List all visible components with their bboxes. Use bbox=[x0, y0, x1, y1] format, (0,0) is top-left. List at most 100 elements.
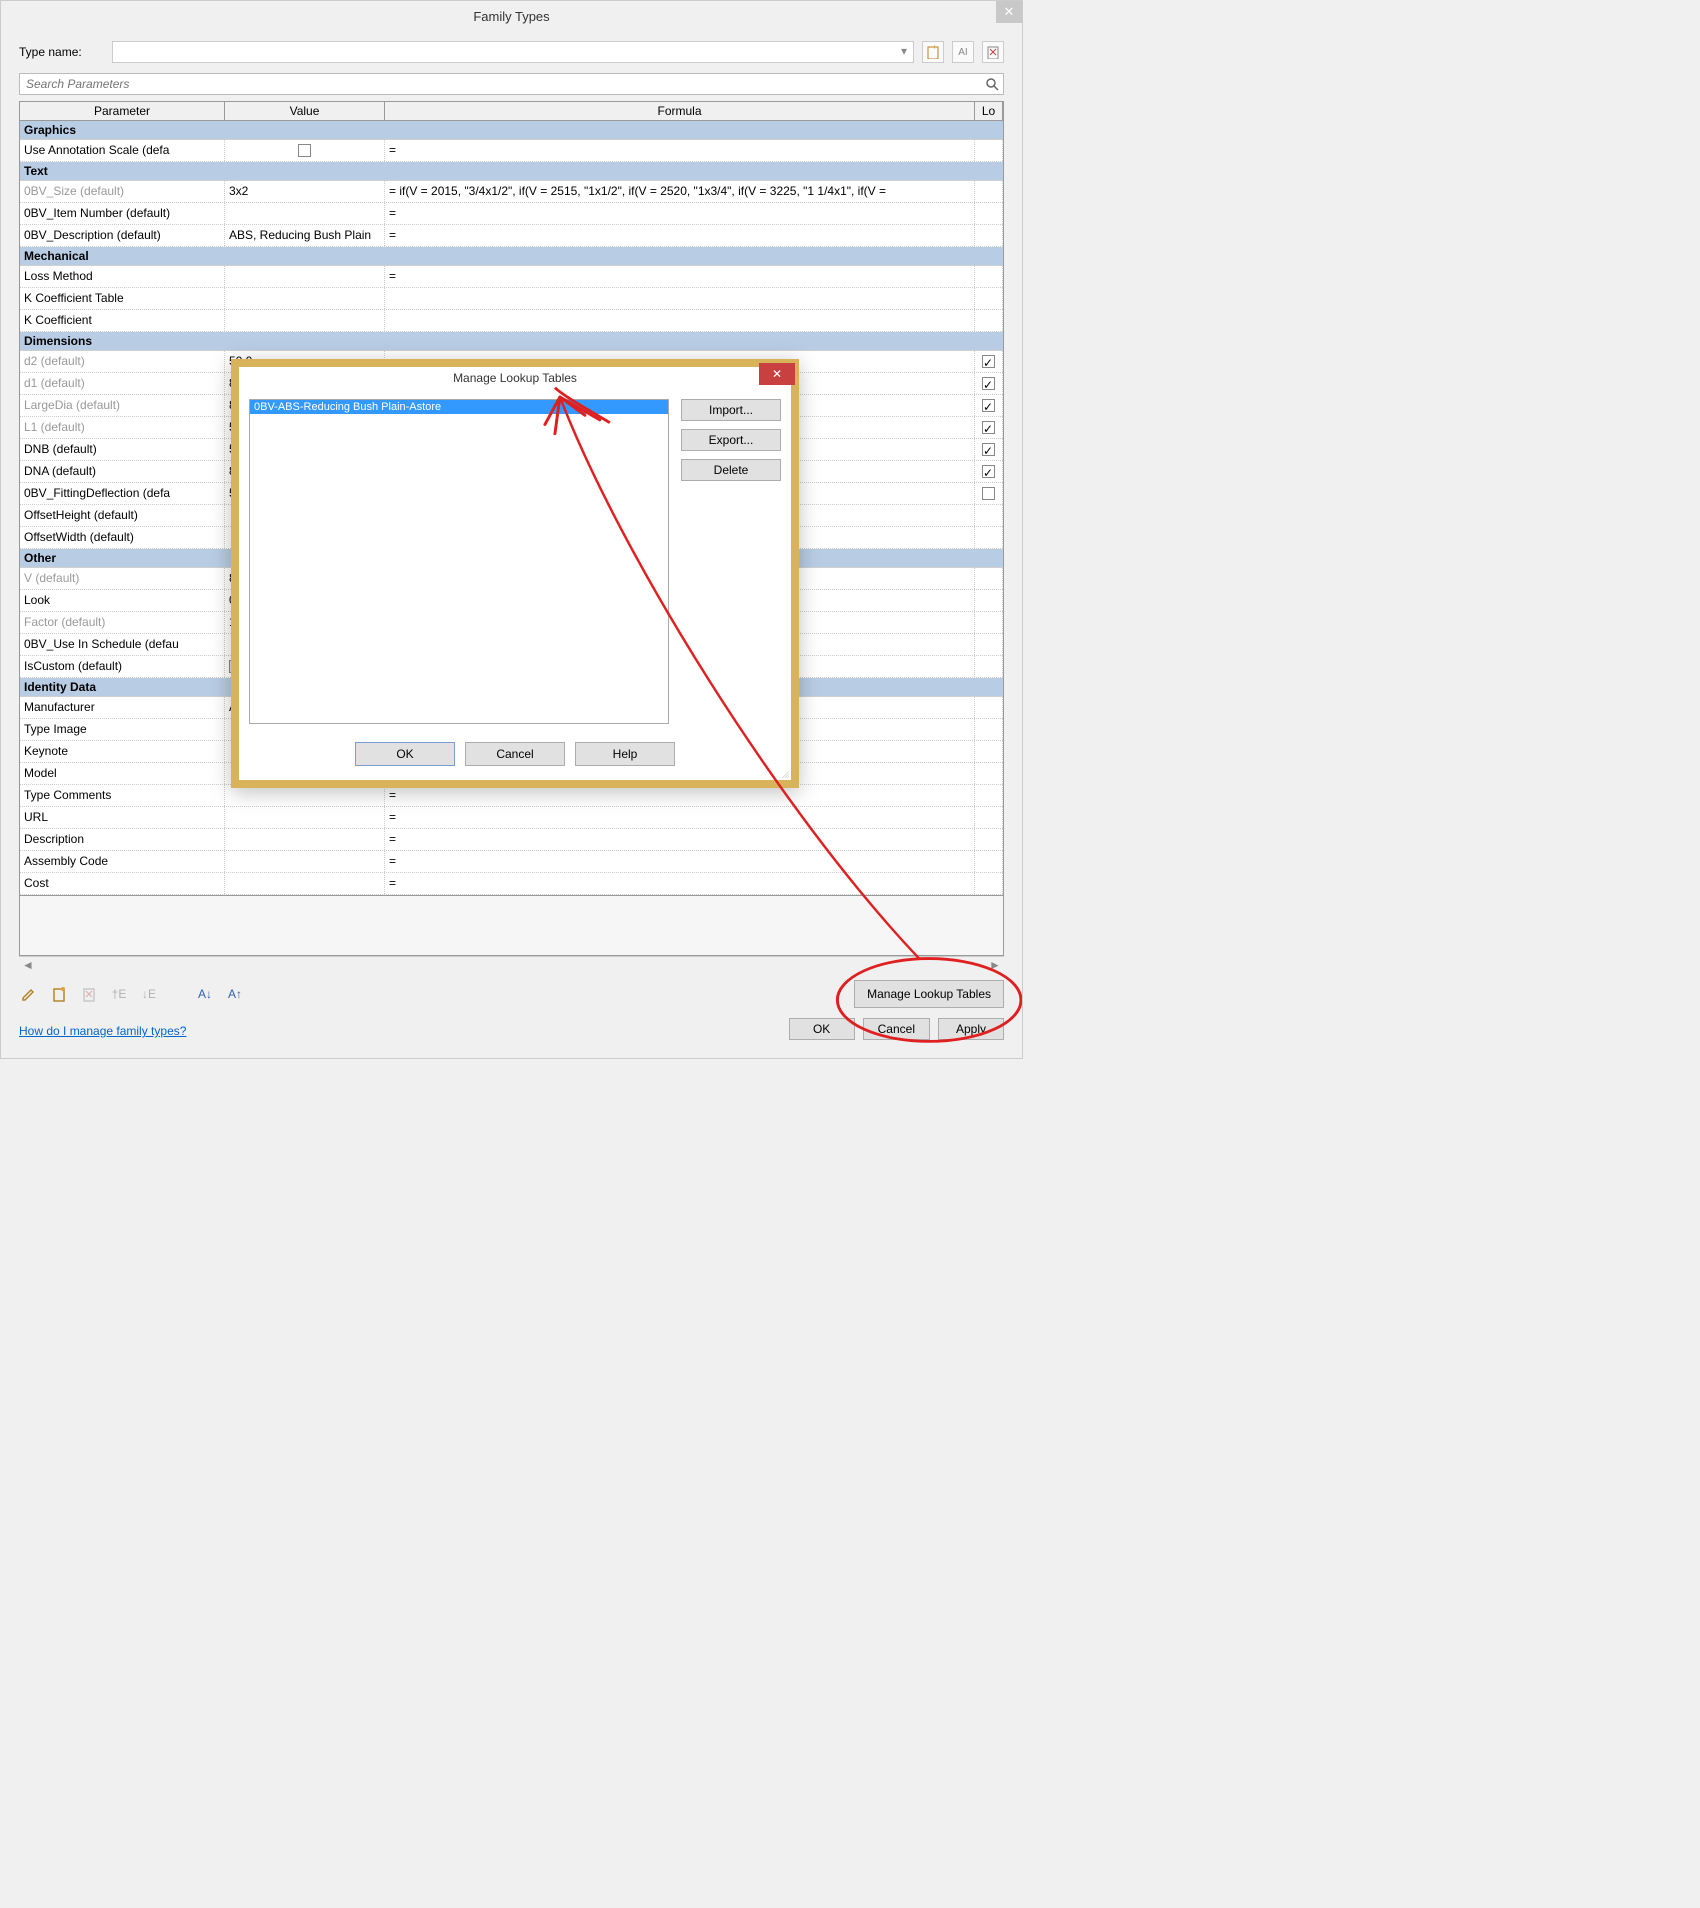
close-icon[interactable]: ✕ bbox=[996, 1, 1022, 23]
param-lock[interactable] bbox=[975, 829, 1003, 850]
param-row[interactable]: Assembly Code= bbox=[20, 851, 1003, 873]
param-row[interactable]: K Coefficient bbox=[20, 310, 1003, 332]
sort-desc-icon[interactable]: A↑ bbox=[225, 984, 245, 1004]
param-lock[interactable] bbox=[975, 417, 1003, 438]
search-input[interactable] bbox=[20, 75, 981, 93]
param-lock[interactable] bbox=[975, 807, 1003, 828]
param-formula[interactable]: = if(V = 2015, "3/4x1/2", if(V = 2515, "… bbox=[385, 181, 975, 202]
param-lock[interactable] bbox=[975, 288, 1003, 309]
param-row[interactable]: Cost= bbox=[20, 873, 1003, 895]
param-lock[interactable] bbox=[975, 266, 1003, 287]
param-lock[interactable] bbox=[975, 634, 1003, 655]
scroll-right-icon[interactable]: ► bbox=[988, 958, 1002, 972]
param-lock[interactable] bbox=[975, 310, 1003, 331]
modal-cancel-button[interactable]: Cancel bbox=[465, 742, 565, 766]
scroll-left-icon[interactable]: ◄ bbox=[21, 958, 35, 972]
param-lock[interactable] bbox=[975, 590, 1003, 611]
param-row[interactable]: Use Annotation Scale (defa= bbox=[20, 140, 1003, 162]
param-lock[interactable] bbox=[975, 351, 1003, 372]
param-lock[interactable] bbox=[975, 851, 1003, 872]
col-parameter[interactable]: Parameter bbox=[20, 102, 225, 120]
param-lock[interactable] bbox=[975, 140, 1003, 161]
param-row[interactable]: 0BV_Size (default)3x2= if(V = 2015, "3/4… bbox=[20, 181, 1003, 203]
lock-checkbox[interactable] bbox=[982, 443, 995, 456]
delete-type-icon[interactable] bbox=[982, 41, 1004, 63]
lookup-table-listbox[interactable]: 0BV-ABS-Reducing Bush Plain-Astore bbox=[249, 399, 669, 724]
group-header[interactable]: Dimensions bbox=[20, 332, 1003, 351]
lock-checkbox[interactable] bbox=[982, 399, 995, 412]
param-value[interactable] bbox=[225, 851, 385, 872]
param-formula[interactable]: = bbox=[385, 829, 975, 850]
param-lock[interactable] bbox=[975, 483, 1003, 504]
param-value[interactable] bbox=[225, 288, 385, 309]
param-lock[interactable] bbox=[975, 785, 1003, 806]
lock-checkbox[interactable] bbox=[982, 355, 995, 368]
search-icon[interactable] bbox=[981, 77, 1003, 91]
group-header[interactable]: Text bbox=[20, 162, 1003, 181]
param-lock[interactable] bbox=[975, 373, 1003, 394]
param-lock[interactable] bbox=[975, 395, 1003, 416]
param-value[interactable]: ABS, Reducing Bush Plain bbox=[225, 225, 385, 246]
lock-checkbox[interactable] bbox=[982, 421, 995, 434]
param-lock[interactable] bbox=[975, 181, 1003, 202]
param-formula[interactable] bbox=[385, 288, 975, 309]
param-row[interactable]: K Coefficient Table bbox=[20, 288, 1003, 310]
param-row[interactable]: Loss Method= bbox=[20, 266, 1003, 288]
param-value[interactable] bbox=[225, 829, 385, 850]
lock-checkbox[interactable] bbox=[982, 487, 995, 500]
param-lock[interactable] bbox=[975, 763, 1003, 784]
param-value[interactable] bbox=[225, 266, 385, 287]
param-lock[interactable] bbox=[975, 873, 1003, 894]
param-lock[interactable] bbox=[975, 568, 1003, 589]
param-lock[interactable] bbox=[975, 505, 1003, 526]
sort-asc-icon[interactable]: A↓ bbox=[195, 984, 215, 1004]
param-formula[interactable]: = bbox=[385, 785, 975, 806]
rename-type-icon[interactable]: AI bbox=[952, 41, 974, 63]
modal-ok-button[interactable]: OK bbox=[355, 742, 455, 766]
param-lock[interactable] bbox=[975, 225, 1003, 246]
col-value[interactable]: Value bbox=[225, 102, 385, 120]
param-value[interactable] bbox=[225, 807, 385, 828]
param-value[interactable] bbox=[225, 873, 385, 894]
new-parameter-icon[interactable] bbox=[49, 984, 69, 1004]
type-name-select[interactable] bbox=[112, 41, 914, 63]
param-lock[interactable] bbox=[975, 697, 1003, 718]
param-formula[interactable]: = bbox=[385, 851, 975, 872]
param-formula[interactable]: = bbox=[385, 203, 975, 224]
param-value[interactable]: 3x2 bbox=[225, 181, 385, 202]
move-down-icon[interactable]: ↓E bbox=[139, 984, 159, 1004]
param-formula[interactable]: = bbox=[385, 807, 975, 828]
param-lock[interactable] bbox=[975, 741, 1003, 762]
move-up-icon[interactable]: †E bbox=[109, 984, 129, 1004]
modal-close-icon[interactable]: ✕ bbox=[759, 363, 795, 385]
param-formula[interactable]: = bbox=[385, 266, 975, 287]
resize-grip-icon[interactable] bbox=[777, 766, 789, 778]
ok-button[interactable]: OK bbox=[789, 1018, 855, 1040]
apply-button[interactable]: Apply bbox=[938, 1018, 1004, 1040]
param-lock[interactable] bbox=[975, 719, 1003, 740]
delete-button[interactable]: Delete bbox=[681, 459, 781, 481]
cancel-button[interactable]: Cancel bbox=[863, 1018, 930, 1040]
lock-checkbox[interactable] bbox=[982, 465, 995, 478]
lock-checkbox[interactable] bbox=[982, 377, 995, 390]
param-value[interactable] bbox=[225, 203, 385, 224]
delete-parameter-icon[interactable] bbox=[79, 984, 99, 1004]
horizontal-scrollbar[interactable]: ◄ ► bbox=[19, 956, 1004, 972]
param-value[interactable] bbox=[225, 140, 385, 161]
list-item[interactable]: 0BV-ABS-Reducing Bush Plain-Astore bbox=[250, 400, 668, 414]
param-lock[interactable] bbox=[975, 461, 1003, 482]
param-row[interactable]: Type Comments= bbox=[20, 785, 1003, 807]
new-type-icon[interactable] bbox=[922, 41, 944, 63]
help-link[interactable]: How do I manage family types? bbox=[19, 1024, 186, 1038]
param-lock[interactable] bbox=[975, 203, 1003, 224]
param-row[interactable]: 0BV_Description (default)ABS, Reducing B… bbox=[20, 225, 1003, 247]
import-button[interactable]: Import... bbox=[681, 399, 781, 421]
param-lock[interactable] bbox=[975, 527, 1003, 548]
param-value[interactable] bbox=[225, 310, 385, 331]
col-formula[interactable]: Formula bbox=[385, 102, 975, 120]
param-lock[interactable] bbox=[975, 439, 1003, 460]
edit-parameter-icon[interactable] bbox=[19, 984, 39, 1004]
param-row[interactable]: 0BV_Item Number (default)= bbox=[20, 203, 1003, 225]
param-formula[interactable]: = bbox=[385, 873, 975, 894]
param-value[interactable] bbox=[225, 785, 385, 806]
